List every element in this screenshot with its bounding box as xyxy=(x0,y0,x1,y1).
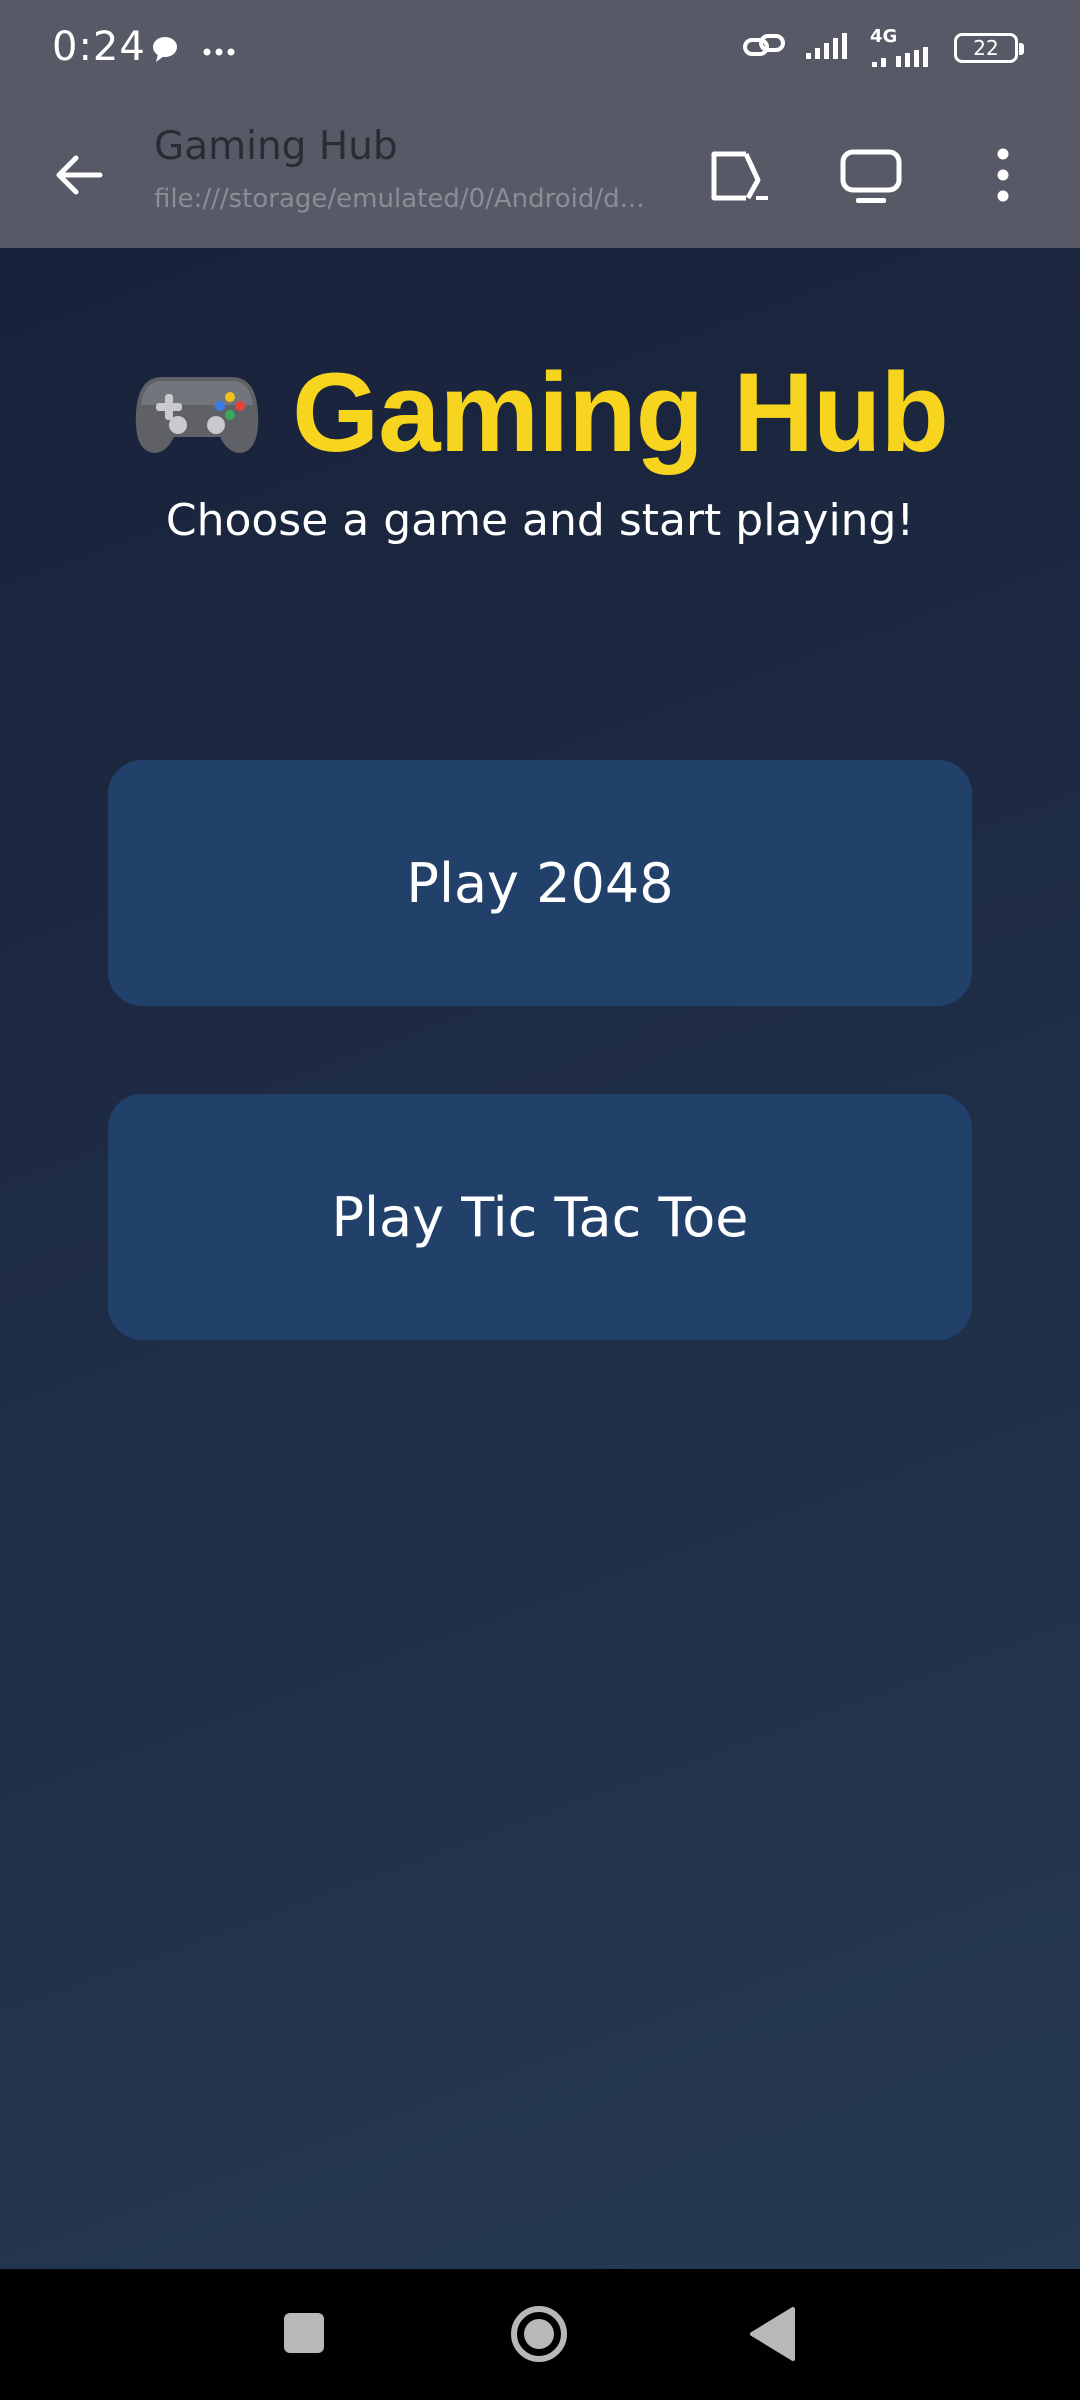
overflow-menu-icon[interactable] xyxy=(968,140,1038,210)
back-arrow-icon[interactable] xyxy=(52,148,106,202)
hero-heading: Gaming Hub xyxy=(132,348,949,477)
hero-subtitle: Choose a game and start playing! xyxy=(165,495,915,546)
link-icon xyxy=(742,31,786,65)
hero-title: Gaming Hub xyxy=(292,350,949,475)
open-external-icon[interactable] xyxy=(704,140,774,210)
recent-apps-icon[interactable] xyxy=(268,2297,342,2371)
page-title: Gaming Hub xyxy=(154,124,398,169)
signal-icon xyxy=(804,31,852,65)
page-content: Gaming Hub Choose a game and start playi… xyxy=(0,248,1080,2269)
more-dots-icon xyxy=(202,42,236,61)
status-notification-icons xyxy=(150,34,236,68)
system-nav-bar xyxy=(0,2269,1080,2400)
browser-toolbar: Gaming Hub file:///storage/emulated/0/An… xyxy=(0,100,1080,248)
network-type-label: 4G xyxy=(870,26,898,47)
signal-4g-icon: 4G xyxy=(870,28,936,68)
play-tic-tac-toe-button[interactable]: Play Tic Tac Toe xyxy=(108,1094,972,1340)
battery-icon: 22 xyxy=(954,33,1024,63)
hero-section: Gaming Hub Choose a game and start playi… xyxy=(0,348,1080,546)
desktop-mode-icon[interactable] xyxy=(836,140,906,210)
chat-bubble-icon xyxy=(150,34,180,68)
status-bar: 0:24 4G 22 xyxy=(0,0,1080,100)
status-time: 0:24 xyxy=(52,24,146,70)
play-2048-button[interactable]: Play 2048 xyxy=(108,760,972,1006)
page-url[interactable]: file:///storage/emulated/0/Android/d... xyxy=(154,184,666,214)
battery-level: 22 xyxy=(973,36,999,60)
status-system-icons: 4G 22 xyxy=(742,28,1024,68)
home-icon[interactable] xyxy=(502,2297,576,2371)
back-icon[interactable] xyxy=(738,2297,812,2371)
game-controller-icon xyxy=(132,363,262,463)
